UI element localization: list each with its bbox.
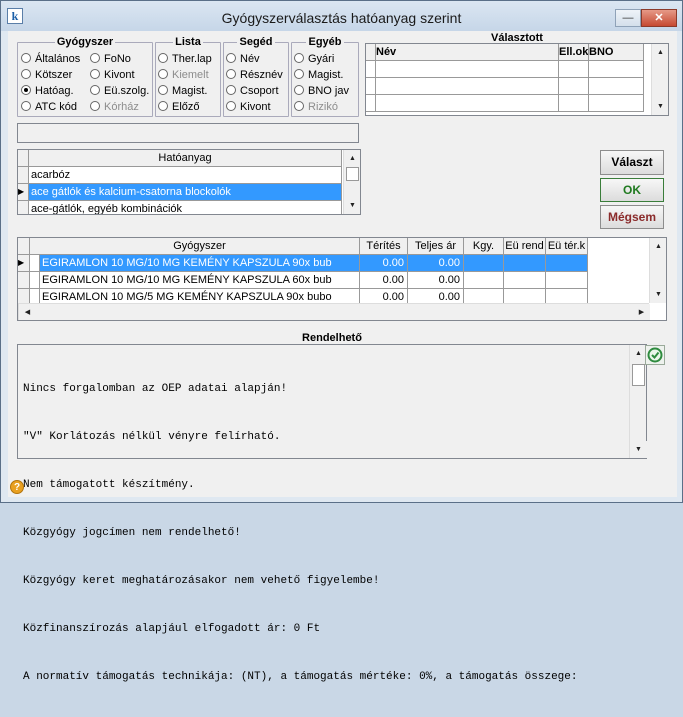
row-pointer-icon: ▶ bbox=[18, 255, 30, 272]
dialog-client: Gyógyszer Általános FoNo Kötszer Kivont … bbox=[8, 31, 677, 683]
group-title: Segéd bbox=[237, 36, 275, 48]
rendelheto-scrollbar[interactable]: ▲ ▼ bbox=[629, 345, 647, 458]
gyogyszer-group: Gyógyszer Általános FoNo Kötszer Kivont … bbox=[17, 36, 153, 117]
ok-button[interactable]: OK bbox=[600, 178, 664, 202]
col-ell-ok: Ell.ok bbox=[559, 44, 589, 61]
rendelheto-line: Nem támogatott készítmény. bbox=[23, 479, 195, 491]
col-bno: BNO bbox=[589, 44, 644, 61]
col-gyogyszer: Gyógyszer bbox=[40, 238, 360, 255]
radio-hatoag[interactable]: Hatóag. bbox=[21, 85, 74, 99]
radio-rizikó: Rizikó bbox=[294, 101, 338, 115]
valaszt-button[interactable]: Választ bbox=[600, 150, 664, 175]
hatoanyag-row[interactable]: acarbóz bbox=[29, 167, 342, 184]
scroll-up-icon[interactable]: ▲ bbox=[344, 150, 360, 167]
title-bar: k Gyógyszerválasztás hatóanyag szerint —… bbox=[1, 1, 682, 31]
scroll-thumb[interactable] bbox=[632, 364, 645, 386]
egyeb-group: Egyéb Gyári Magist. BNO jav Rizikó bbox=[291, 36, 359, 117]
scroll-down-icon[interactable]: ▼ bbox=[344, 197, 360, 214]
radio-magist[interactable]: Magist. bbox=[158, 85, 207, 99]
radio-resznev[interactable]: Résznév bbox=[226, 69, 283, 83]
rendelheto-line: Közfinanszírozás alapjául elfogadott ár:… bbox=[23, 623, 321, 635]
radio-therlap[interactable]: Ther.lap bbox=[158, 53, 212, 67]
radio-korhaz: Kórház bbox=[90, 101, 139, 115]
radio-egyeb-magist[interactable]: Magist. bbox=[294, 69, 343, 83]
radio-gyari[interactable]: Gyári bbox=[294, 53, 334, 67]
col-nev: Név bbox=[376, 44, 559, 61]
valasztott-grid[interactable]: Név Ell.ok BNO ▲ ▼ bbox=[365, 43, 669, 116]
rendelheto-line: Közgyógy jogcímen nem rendelhető! bbox=[23, 527, 241, 539]
radio-nev[interactable]: Név bbox=[226, 53, 260, 67]
help-icon[interactable]: ? bbox=[10, 480, 24, 494]
rendelheto-title: Rendelhető bbox=[302, 332, 362, 344]
scroll-down-icon[interactable]: ▼ bbox=[652, 98, 668, 115]
radio-fono[interactable]: FoNo bbox=[90, 53, 131, 67]
hatoanyag-row-selected[interactable]: ace gátlók és kalcium-csatorna blockolók bbox=[29, 184, 342, 201]
window-title: Gyógyszerválasztás hatóanyag szerint bbox=[221, 10, 462, 26]
col-terites: Térítés bbox=[360, 238, 408, 255]
scroll-up-icon[interactable]: ▲ bbox=[650, 238, 666, 255]
gyogyszer-row[interactable]: EGIRAMLON 10 MG/10 MG KEMÉNY KAPSZULA 60… bbox=[40, 272, 360, 289]
info-refresh-icon[interactable] bbox=[645, 345, 665, 365]
rendelheto-line: Közgyógy keret meghatározásakor nem vehe… bbox=[23, 575, 380, 587]
radio-csoport[interactable]: Csoport bbox=[226, 85, 279, 99]
radio-bno-jav[interactable]: BNO jav bbox=[294, 85, 349, 99]
rendelheto-textbox[interactable]: Nincs forgalomban az OEP adatai alapján!… bbox=[17, 344, 647, 683]
radio-atc-kod[interactable]: ATC kód bbox=[21, 101, 77, 115]
search-input[interactable] bbox=[17, 123, 359, 143]
group-title: Lista bbox=[173, 36, 203, 48]
radio-eu-szolg[interactable]: Eü.szolg. bbox=[90, 85, 149, 99]
scroll-right-icon[interactable]: ▶ bbox=[633, 304, 650, 320]
rendelheto-line: "V" Korlátozás nélkül vényre felírható. bbox=[23, 431, 281, 443]
hatoanyag-row[interactable]: ace-gátlók, egyéb kombinációk bbox=[29, 201, 342, 214]
col-teljes-ar: Teljes ár bbox=[408, 238, 464, 255]
gyogyszer-hscrollbar[interactable]: ◀ ▶ bbox=[18, 303, 650, 320]
col-eu-ter-k: Eü tér.k bbox=[546, 238, 588, 255]
radio-seged-kivont[interactable]: Kivont bbox=[226, 101, 271, 115]
group-title: Gyógyszer bbox=[54, 36, 116, 48]
radio-kotszer[interactable]: Kötszer bbox=[21, 69, 72, 83]
scroll-thumb[interactable] bbox=[346, 167, 359, 181]
gyogyszer-vscrollbar[interactable]: ▲ ▼ bbox=[649, 238, 666, 303]
gyogyszer-row-selected[interactable]: EGIRAMLON 10 MG/10 MG KEMÉNY KAPSZULA 90… bbox=[40, 255, 360, 272]
hatoanyag-scrollbar[interactable]: ▲ ▼ bbox=[343, 150, 360, 214]
gyogyszer-grid[interactable]: Gyógyszer Térítés Teljes ár Kgy. Eü rend… bbox=[17, 237, 667, 321]
scroll-down-icon[interactable]: ▼ bbox=[630, 441, 647, 458]
lista-group: Lista Ther.lap Kiemelt Magist. Előző bbox=[155, 36, 221, 117]
radio-kiemelt: Kiemelt bbox=[158, 69, 209, 83]
valasztott-scrollbar[interactable]: ▲ ▼ bbox=[651, 44, 668, 115]
minimize-button[interactable]: — bbox=[615, 9, 641, 27]
radio-kivont[interactable]: Kivont bbox=[90, 69, 135, 83]
radio-elozo[interactable]: Előző bbox=[158, 101, 200, 115]
rendelheto-line: A normatív támogatás technikája: (NT), a… bbox=[23, 671, 578, 683]
col-eu-rend: Eü rend bbox=[504, 238, 546, 255]
scroll-left-icon[interactable]: ◀ bbox=[19, 304, 36, 320]
group-title: Egyéb bbox=[306, 36, 344, 48]
dialog-window: k Gyógyszerválasztás hatóanyag szerint —… bbox=[0, 0, 683, 683]
cancel-button[interactable]: Mégsem bbox=[600, 205, 664, 229]
radio-altalanos[interactable]: Általános bbox=[21, 53, 80, 67]
scroll-down-icon[interactable]: ▼ bbox=[650, 286, 666, 303]
scroll-up-icon[interactable]: ▲ bbox=[652, 44, 668, 61]
hatoanyag-grid[interactable]: Hatóanyag acarbóz ▶ ace gátlók és kalciu… bbox=[17, 149, 361, 215]
col-hatoanyag: Hatóanyag bbox=[29, 150, 342, 167]
close-button[interactable]: ✕ bbox=[641, 9, 677, 27]
col-kgy: Kgy. bbox=[464, 238, 504, 255]
rendelheto-line: Nincs forgalomban az OEP adatai alapján! bbox=[23, 383, 288, 395]
seged-group: Segéd Név Résznév Csoport Kivont bbox=[223, 36, 289, 117]
row-pointer-icon: ▶ bbox=[18, 184, 29, 201]
